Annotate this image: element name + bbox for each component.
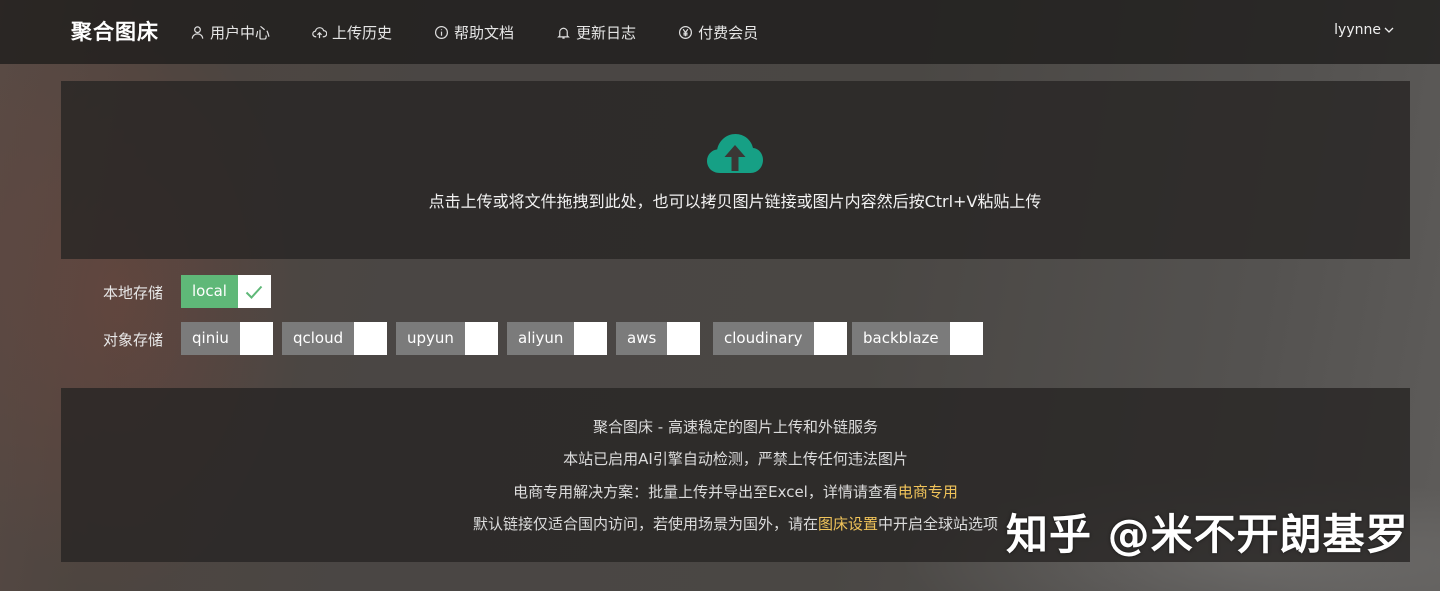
storage-option-label: local bbox=[181, 275, 238, 308]
nav-item-label: 上传历史 bbox=[332, 23, 393, 42]
brand-logo[interactable]: 聚合图床 bbox=[71, 16, 159, 46]
storage-option-qiniu[interactable]: qiniu bbox=[181, 322, 273, 355]
info-line-ecommerce: 电商专用解决方案：批量上传并导出至Excel，详情请查看电商专用 bbox=[61, 481, 1410, 502]
storage-option-aliyun[interactable]: aliyun bbox=[507, 322, 608, 355]
ecommerce-text: 电商专用解决方案：批量上传并导出至Excel，详情请查看 bbox=[513, 483, 898, 501]
storage-option-cloudinary[interactable]: cloudinary bbox=[713, 322, 847, 355]
storage-option-label: backblaze bbox=[852, 322, 950, 355]
cloud-upload-icon bbox=[312, 26, 328, 38]
zhihu-watermark: 知乎 @米不开朗基罗 bbox=[1006, 510, 1409, 559]
top-navbar: 聚合图床 用户中心 上传历史 帮助文档 更新日志 付费会员 lyynne bbox=[0, 0, 1440, 64]
settings-link[interactable]: 图床设置 bbox=[818, 515, 878, 533]
storage-checkbox[interactable] bbox=[813, 322, 847, 355]
nav-item-user-center[interactable]: 用户中心 bbox=[190, 22, 270, 43]
check-icon bbox=[246, 285, 263, 299]
nav-item-changelog[interactable]: 更新日志 bbox=[556, 22, 636, 43]
nav-item-label: 付费会员 bbox=[698, 23, 759, 42]
storage-option-backblaze[interactable]: backblaze bbox=[852, 322, 983, 355]
storage-checkbox[interactable] bbox=[354, 322, 388, 355]
storage-option-local[interactable]: local bbox=[181, 275, 271, 308]
object-storage-row: 对象存储 qiniu qcloud upyun aliyun aws cloud… bbox=[0, 322, 1440, 355]
object-storage-label: 对象存储 bbox=[103, 331, 164, 349]
storage-checkbox[interactable] bbox=[239, 322, 273, 355]
info-icon bbox=[435, 25, 449, 39]
storage-option-label: aws bbox=[616, 322, 668, 355]
nav-item-help-docs[interactable]: 帮助文档 bbox=[434, 22, 514, 43]
storage-option-label: cloudinary bbox=[713, 322, 814, 355]
nav-menu: 用户中心 上传历史 帮助文档 更新日志 付费会员 bbox=[190, 0, 800, 64]
local-storage-row: 本地存储 local bbox=[0, 275, 1440, 308]
storage-checkbox[interactable] bbox=[949, 322, 983, 355]
storage-option-label: qcloud bbox=[282, 322, 355, 355]
nav-item-upload-history[interactable]: 上传历史 bbox=[312, 22, 392, 43]
storage-checkbox[interactable] bbox=[464, 322, 498, 355]
ecommerce-link[interactable]: 电商专用 bbox=[898, 483, 958, 501]
storage-checkbox[interactable] bbox=[237, 275, 271, 308]
storage-option-label: aliyun bbox=[507, 322, 575, 355]
user-menu[interactable]: lyynne bbox=[1334, 22, 1395, 38]
storage-option-qcloud[interactable]: qcloud bbox=[282, 322, 388, 355]
nav-item-label: 更新日志 bbox=[576, 23, 637, 42]
nav-item-label: 帮助文档 bbox=[454, 23, 515, 42]
nav-item-paid-membership[interactable]: 付费会员 bbox=[678, 22, 758, 43]
username: lyynne bbox=[1334, 22, 1381, 38]
info-line-tagline: 聚合图床 - 高速稳定的图片上传和外链服务 bbox=[593, 418, 878, 436]
nav-item-label: 用户中心 bbox=[210, 23, 271, 42]
global-text: 默认链接仅适合国内访问，若使用场景为国外，请在 bbox=[472, 515, 818, 533]
storage-option-label: qiniu bbox=[181, 322, 240, 355]
storage-option-aws[interactable]: aws bbox=[616, 322, 701, 355]
storage-option-upyun[interactable]: upyun bbox=[396, 322, 498, 355]
yen-icon bbox=[679, 25, 693, 39]
storage-option-label: upyun bbox=[396, 322, 465, 355]
info-line-ai-notice: 本站已启用AI引擎自动检测，严禁上传任何违法图片 bbox=[563, 450, 908, 468]
storage-checkbox[interactable] bbox=[667, 322, 701, 355]
local-storage-label: 本地存储 bbox=[103, 284, 164, 302]
user-icon bbox=[191, 25, 204, 39]
global-text-suffix: 中开启全球站选项 bbox=[878, 515, 999, 533]
bell-icon bbox=[557, 27, 570, 39]
upload-hint-text: 点击上传或将文件拖拽到此处，也可以拷贝图片链接或图片内容然后按Ctrl+V粘贴上… bbox=[428, 192, 1042, 211]
chevron-down-icon bbox=[1384, 27, 1394, 33]
storage-checkbox[interactable] bbox=[574, 322, 608, 355]
cloud-upload-icon[interactable] bbox=[706, 133, 764, 173]
